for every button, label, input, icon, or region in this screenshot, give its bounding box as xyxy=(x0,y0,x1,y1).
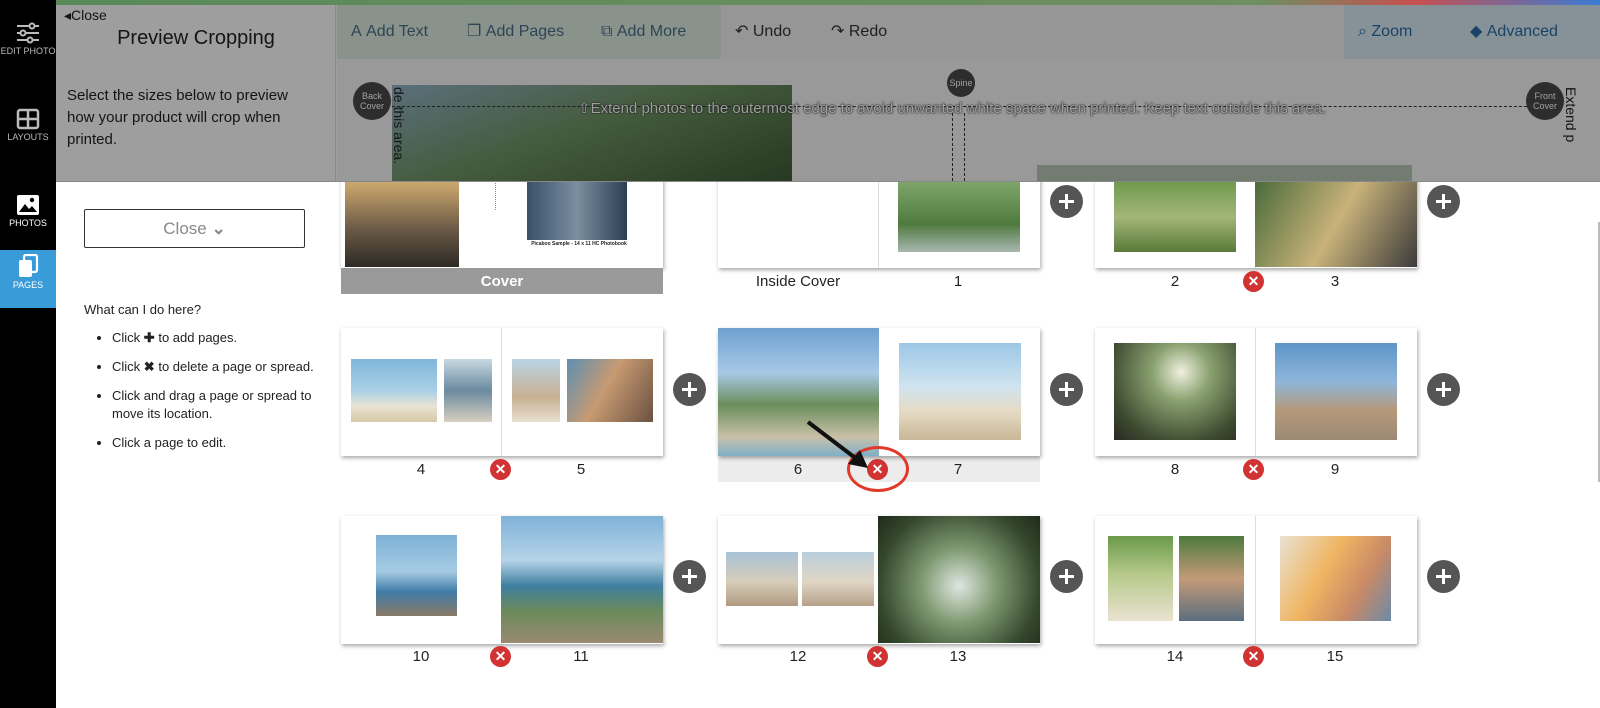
chevron-down-icon: ⌄ xyxy=(211,219,226,238)
help-title: What can I do here? xyxy=(84,302,202,317)
page-3-label: 3 xyxy=(1330,273,1340,290)
page-14-photo-a[interactable] xyxy=(1108,536,1173,621)
page-8-photo[interactable] xyxy=(1114,343,1236,440)
page-15-photo[interactable] xyxy=(1280,536,1391,621)
page-10-photo[interactable] xyxy=(376,535,457,616)
page-11-label: 11 xyxy=(573,648,589,665)
x-icon: ✖ xyxy=(143,359,155,374)
inside-cover-label: Inside Cover xyxy=(755,273,841,290)
page-9-photo[interactable] xyxy=(1275,343,1397,440)
add-page-button[interactable] xyxy=(1427,373,1460,406)
pages-icon xyxy=(19,254,39,277)
add-page-button[interactable] xyxy=(673,560,706,593)
spread-8-9[interactable] xyxy=(1095,328,1417,456)
plus-icon: ✚ xyxy=(143,330,155,345)
spread-6-7[interactable] xyxy=(718,328,1040,456)
left-rail: EDIT PHOTO LAYOUTS PHOTOS PAGES xyxy=(0,0,64,708)
add-page-button[interactable] xyxy=(1427,185,1460,218)
spread-14-15[interactable] xyxy=(1095,516,1417,644)
cover-label: Cover xyxy=(480,273,524,290)
add-page-button[interactable] xyxy=(673,373,706,406)
page-4-photo-b[interactable] xyxy=(444,359,492,422)
page-14-photo-b[interactable] xyxy=(1179,536,1244,621)
app-root: EDIT PHOTO LAYOUTS PHOTOS PAGES ◂Close P… xyxy=(0,0,1600,708)
page-8-label: 8 xyxy=(1170,461,1180,478)
page-5-photo-a[interactable] xyxy=(512,359,560,422)
page-7-photo[interactable] xyxy=(899,343,1021,440)
page-13-photo[interactable] xyxy=(878,516,1040,643)
help-section: What can I do here? Click ✚ to add pages… xyxy=(84,302,314,463)
cover-photo-front[interactable] xyxy=(527,182,627,240)
help-item-edit: Click a page to edit. xyxy=(112,434,314,452)
spread-cover[interactable]: Picaboo Sample - 14 x 11 HC Photobook xyxy=(341,182,663,268)
page-15-label: 15 xyxy=(1326,648,1344,665)
page-1-label: 1 xyxy=(953,273,963,290)
page-7-label: 7 xyxy=(953,461,963,478)
pages-panel: Close ⌄ What can I do here? Click ✚ to a… xyxy=(56,181,1600,708)
add-page-button[interactable] xyxy=(1050,185,1083,218)
pages-close-label: Close xyxy=(163,219,207,238)
help-item-delete-text: to delete a page or spread. xyxy=(158,359,314,374)
spread-divider xyxy=(1255,516,1256,644)
page-11-photo[interactable] xyxy=(501,516,663,643)
spread-2-3[interactable] xyxy=(1095,182,1417,268)
rail-layouts[interactable]: LAYOUTS xyxy=(0,104,56,162)
page-4-photo-a[interactable] xyxy=(351,359,437,422)
spread-4-5[interactable] xyxy=(341,328,663,456)
rail-photos-label: PHOTOS xyxy=(9,218,47,228)
page-9-label: 9 xyxy=(1330,461,1340,478)
rail-edit-photo-label: EDIT PHOTO xyxy=(0,46,56,56)
page-13-label: 13 xyxy=(949,648,967,665)
add-page-button[interactable] xyxy=(1050,560,1083,593)
page-5-photo-b[interactable] xyxy=(567,359,653,422)
page-2-photo[interactable] xyxy=(1114,182,1236,252)
image-icon xyxy=(17,195,39,215)
help-click-word: Click xyxy=(112,330,141,345)
spread-divider xyxy=(878,182,879,268)
help-list: Click ✚ to add pages. Click ✖ to delete … xyxy=(112,329,314,452)
page-3-photo[interactable] xyxy=(1255,182,1417,267)
help-item-delete: Click ✖ to delete a page or spread. xyxy=(112,358,314,376)
rail-pages-label: PAGES xyxy=(12,280,44,290)
spread-inside-cover-1[interactable] xyxy=(718,182,1040,268)
modal-overlay xyxy=(56,5,1600,181)
rail-photos[interactable]: PHOTOS xyxy=(0,190,56,248)
sliders-icon xyxy=(17,22,39,44)
help-click-word: Click xyxy=(112,359,141,374)
spread-10-11[interactable] xyxy=(341,516,663,644)
page-12-label: 12 xyxy=(789,648,807,665)
cover-spine-line xyxy=(495,182,496,210)
help-item-drag: Click and drag a page or spread to move … xyxy=(112,387,314,423)
cover-caption: Picaboo Sample - 14 x 11 HC Photobook xyxy=(531,241,627,247)
grid-icon xyxy=(16,108,40,130)
page-4-label: 4 xyxy=(416,461,426,478)
spread-divider xyxy=(501,328,502,456)
page-10-label: 10 xyxy=(412,648,430,665)
annotation-arrow-icon xyxy=(806,420,868,468)
page-1-photo[interactable] xyxy=(898,182,1020,252)
page-2-label: 2 xyxy=(1170,273,1180,290)
spread-12-13[interactable] xyxy=(718,516,1040,644)
help-item-add: Click ✚ to add pages. xyxy=(112,329,314,347)
add-page-button[interactable] xyxy=(1050,373,1083,406)
help-item-add-text: to add pages. xyxy=(158,330,238,345)
page-12-photo-b[interactable] xyxy=(802,552,874,606)
page-12-photo-a[interactable] xyxy=(726,552,798,606)
add-page-button[interactable] xyxy=(1427,560,1460,593)
page-5-label: 5 xyxy=(576,461,586,478)
cover-photo-back[interactable] xyxy=(345,182,459,267)
rail-pages[interactable]: PAGES xyxy=(0,250,64,308)
pages-close-button[interactable]: Close ⌄ xyxy=(84,209,305,248)
rail-layouts-label: LAYOUTS xyxy=(7,132,49,142)
page-14-label: 14 xyxy=(1166,648,1184,665)
spread-divider xyxy=(1255,328,1256,456)
rail-edit-photo[interactable]: EDIT PHOTO xyxy=(0,18,56,76)
